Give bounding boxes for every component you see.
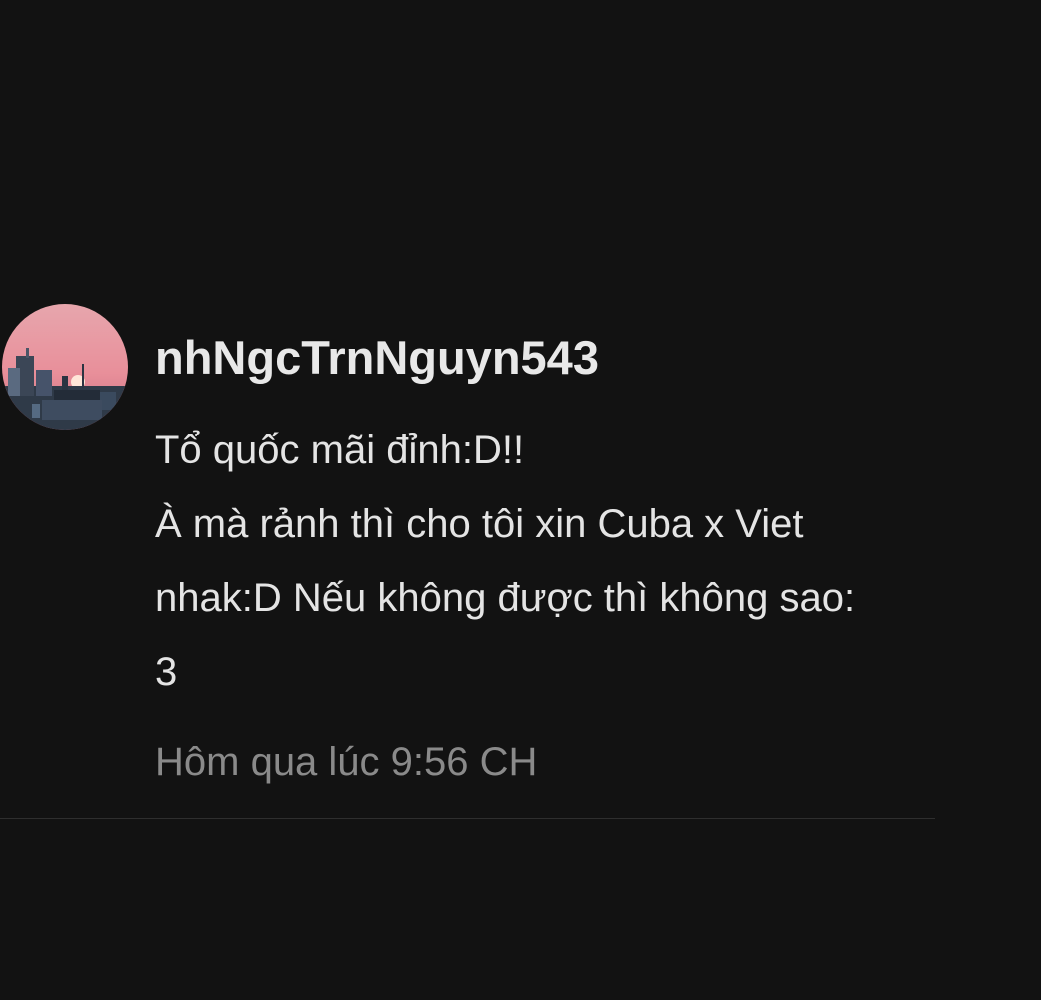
comment-line: À mà rảnh thì cho tôi xin Cuba x Viet [155, 502, 804, 546]
divider [0, 818, 935, 819]
comment-line: 3 [155, 650, 178, 694]
comment-item: nhNgcTrnNguyn543 Tổ quốc mãi đỉnh:D!! À … [0, 300, 1041, 820]
sunset-avatar-icon [2, 304, 128, 430]
comment-body: Tổ quốc mãi đỉnh:D!! À mà rảnh thì cho t… [155, 413, 1041, 709]
username[interactable]: nhNgcTrnNguyn543 [155, 328, 599, 388]
comment-timestamp: Hôm qua lúc 9:56 CH [155, 740, 538, 784]
avatar[interactable] [2, 304, 128, 430]
comment-line: nhak:D Nếu không được thì không sao: [155, 576, 856, 620]
comment-line: Tổ quốc mãi đỉnh:D!! [155, 428, 525, 472]
